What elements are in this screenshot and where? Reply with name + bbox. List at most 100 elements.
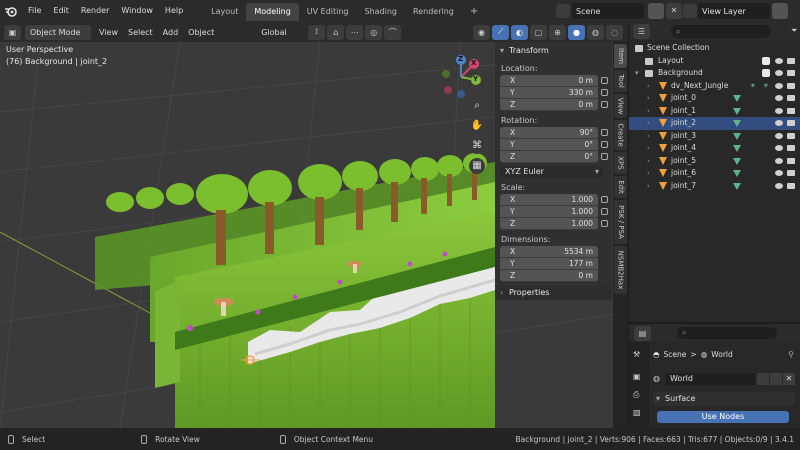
expand-arrow-icon[interactable]: › <box>647 142 650 155</box>
lock-icon[interactable] <box>601 220 608 227</box>
pivot-icon[interactable]: ⟟ <box>308 24 326 40</box>
properties-header[interactable]: › Properties <box>495 286 612 300</box>
camera-icon[interactable] <box>787 95 795 101</box>
render-tab-icon[interactable]: ▣ <box>633 372 641 381</box>
zoom-icon[interactable]: ⌕ <box>469 98 485 114</box>
scene-selector[interactable]: Scene <box>572 3 644 19</box>
workspace-tab-rendering[interactable]: Rendering <box>405 3 462 21</box>
lock-icon[interactable] <box>601 141 608 148</box>
outliner-row-layout[interactable]: Layout <box>629 55 800 68</box>
outliner-search-input[interactable]: ⌕ <box>671 24 771 38</box>
scale-z-field[interactable]: Z 1.000 <box>500 218 608 230</box>
camera-icon[interactable] <box>787 120 795 126</box>
tool-tab-icon[interactable]: ⚒ <box>633 350 640 359</box>
pan-hand-icon[interactable]: ✋ <box>469 118 485 134</box>
shading-rendered-icon[interactable]: ◌ <box>606 24 623 40</box>
transform-header[interactable]: Transform <box>495 44 612 58</box>
lock-icon[interactable] <box>601 208 608 215</box>
fake-user-icon[interactable] <box>757 372 769 385</box>
pin-icon[interactable]: ⚲ <box>788 350 794 359</box>
tab-nsmb2hax[interactable]: NSMB2Hax <box>614 246 627 294</box>
expand-arrow-icon[interactable]: ▾ <box>635 67 639 80</box>
grid-view-icon[interactable]: ▦ <box>469 158 485 174</box>
outliner-row-joint-4[interactable]: › joint_4 <box>629 142 800 155</box>
tab-item[interactable]: Item <box>614 44 627 68</box>
camera-icon[interactable] <box>787 157 795 164</box>
camera-icon[interactable] <box>787 132 795 139</box>
view-layer-copy-icon[interactable] <box>772 3 788 19</box>
view-layer-icon[interactable] <box>683 4 697 18</box>
expand-arrow-icon[interactable]: › <box>647 130 650 143</box>
viewport-menu-view[interactable]: View <box>94 28 123 37</box>
eye-icon[interactable] <box>775 95 783 101</box>
snap-target-icon[interactable]: ⋯ <box>346 24 364 40</box>
tab-create[interactable]: Create <box>614 120 627 150</box>
dimensions-z-field[interactable]: Z 0 m <box>500 270 598 282</box>
eye-icon[interactable] <box>775 157 783 164</box>
outliner-row-joint-7[interactable]: › joint_7 <box>629 180 800 193</box>
eye-icon[interactable] <box>775 57 783 64</box>
orientation-dropdown[interactable]: Global <box>256 25 304 40</box>
world-type-icon[interactable]: ◍ <box>653 374 660 383</box>
menu-window[interactable]: Window <box>115 0 159 22</box>
outliner-editor-type-icon[interactable]: ☰ <box>633 23 650 39</box>
duplicate-icon[interactable] <box>770 372 782 385</box>
expand-arrow-icon[interactable]: › <box>647 167 650 180</box>
include-checkbox[interactable] <box>762 56 770 65</box>
falloff-icon[interactable]: ⌒ <box>384 24 402 40</box>
eye-icon[interactable] <box>775 120 783 126</box>
scene-copy-icon[interactable] <box>648 3 664 19</box>
rotation-z-field[interactable]: Z 0° <box>500 151 608 163</box>
snap-icon[interactable]: ⌂ <box>327 24 345 40</box>
camera-icon[interactable] <box>787 107 795 114</box>
camera-icon[interactable] <box>787 170 795 176</box>
mode-dropdown[interactable]: Object Mode <box>25 24 91 40</box>
camera-icon[interactable] <box>787 82 795 89</box>
unlink-icon[interactable]: ✕ <box>783 372 795 385</box>
outliner-row-scene-collection[interactable]: Scene Collection <box>629 42 800 55</box>
scene-close-icon[interactable]: ✕ <box>666 3 682 19</box>
eye-icon[interactable] <box>775 132 783 139</box>
scene-type-icon[interactable] <box>556 4 570 18</box>
filter-icon[interactable]: ⏷ <box>791 26 797 36</box>
camera-icon[interactable] <box>787 57 795 64</box>
rotation-mode-dropdown[interactable]: XYZ Euler <box>500 166 603 178</box>
menu-edit[interactable]: Edit <box>47 0 75 22</box>
visibility-icon[interactable]: ◉ <box>473 24 490 40</box>
dimensions-y-field[interactable]: Y 177 m <box>500 258 598 270</box>
expand-arrow-icon[interactable]: › <box>647 180 650 193</box>
add-workspace-button[interactable]: + <box>462 3 486 21</box>
surface-panel-header[interactable]: ▾ Surface <box>653 392 795 406</box>
outliner-row-joint-2[interactable]: › joint_2 <box>629 117 800 130</box>
rotation-y-field[interactable]: Y 0° <box>500 139 608 151</box>
shading-material-icon[interactable]: ◍ <box>587 24 604 40</box>
scale-x-field[interactable]: X 1.000 <box>500 194 608 206</box>
tab-view[interactable]: View <box>614 94 627 118</box>
workspace-tab-modeling[interactable]: Modeling <box>246 3 299 21</box>
workspace-tab-shading[interactable]: Shading <box>357 3 406 21</box>
tab-edit[interactable]: Edit <box>614 176 627 198</box>
viewport-menu-select[interactable]: Select <box>123 28 158 37</box>
lock-icon[interactable] <box>601 153 608 160</box>
camera-icon[interactable] <box>787 182 795 189</box>
view-layer-selector[interactable]: View Layer <box>698 3 770 19</box>
camera-icon[interactable] <box>787 145 795 151</box>
output-tab-icon[interactable]: ⎙ <box>633 390 639 400</box>
viewport-menu-object[interactable]: Object <box>183 28 219 37</box>
eye-icon[interactable] <box>775 170 783 176</box>
shading-solid-icon[interactable]: ● <box>568 24 585 40</box>
shading-wireframe-icon[interactable]: ⊕ <box>549 24 566 40</box>
eye-icon[interactable] <box>775 82 783 89</box>
proportional-edit-icon[interactable]: ◎ <box>365 24 383 40</box>
camera-view-icon[interactable]: ⌘ <box>469 138 485 154</box>
gizmo-toggle-icon[interactable]: ⟋ <box>492 24 509 40</box>
outliner-row-joint-0[interactable]: › joint_0 <box>629 92 800 105</box>
lock-icon[interactable] <box>601 196 608 203</box>
camera-icon[interactable] <box>787 70 795 76</box>
world-selector[interactable]: ◍ World ✕ <box>653 372 795 385</box>
outliner-row-background[interactable]: ▾ Background <box>629 67 800 80</box>
expand-arrow-icon[interactable]: › <box>647 155 650 168</box>
outliner-row-joint-5[interactable]: › joint_5 <box>629 155 800 168</box>
view-layer-tab-icon[interactable]: ▨ <box>633 408 641 417</box>
outliner-row-joint-6[interactable]: › joint_6 <box>629 167 800 180</box>
